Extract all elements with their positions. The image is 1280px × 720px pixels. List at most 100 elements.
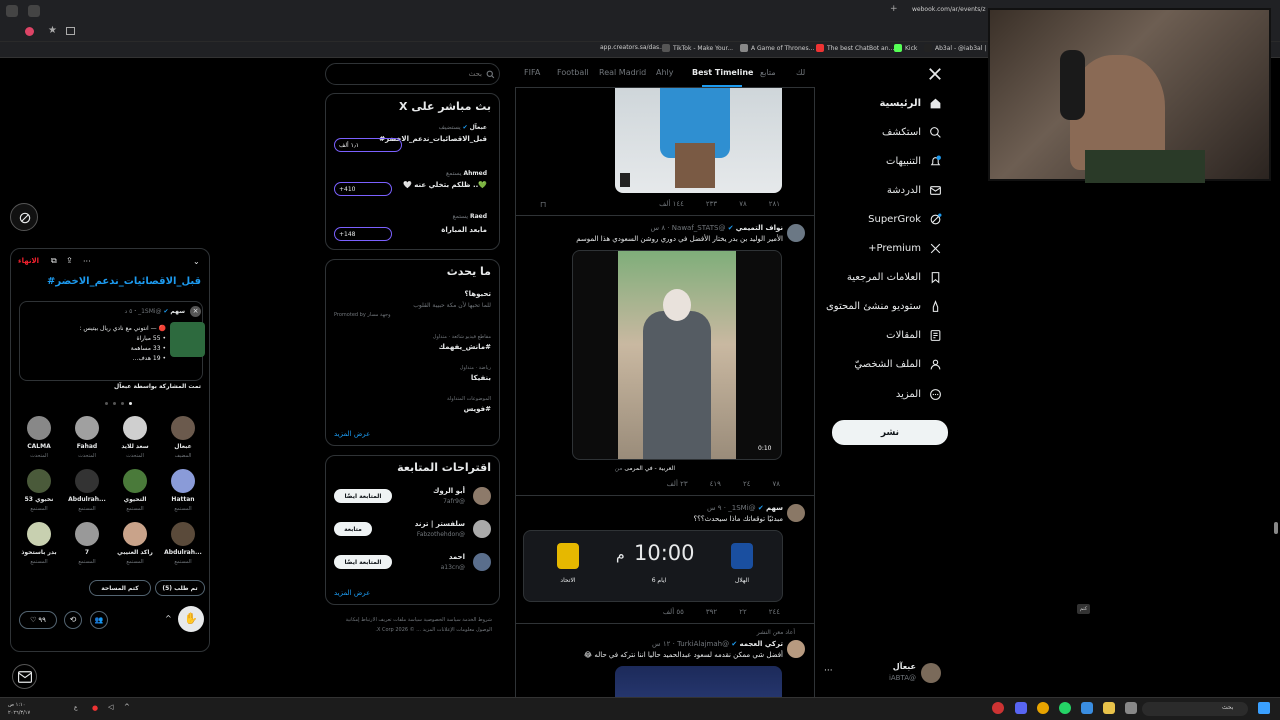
bookmark-icon[interactable]: ⊓ [540,200,546,209]
grok-float-button[interactable] [10,203,38,231]
participant-avatar[interactable] [123,469,147,493]
bookmark-item[interactable]: TikTok - Make Your... [662,44,733,52]
author-handle[interactable]: @Nawaf_STATS [672,224,726,232]
reply-count[interactable]: ٢٨١ [769,200,780,208]
tab-fifa[interactable]: FIFA [524,68,540,77]
tab-following[interactable]: متابع [760,68,776,77]
tweet-time[interactable]: ٩ س [707,504,722,512]
like-count[interactable]: ٤١٩ [710,480,721,488]
messages-float-button[interactable] [12,664,37,689]
nav-more[interactable]: المزيد [896,388,942,401]
more-icon[interactable]: ··· [83,257,91,266]
requests-button[interactable]: تم طلب (5) [155,580,205,596]
close-icon[interactable]: × [190,306,201,317]
participant-avatar[interactable] [123,522,147,546]
footer-link[interactable]: المزيد ... [416,627,435,633]
participant-avatar[interactable] [171,522,195,546]
folder-icon[interactable] [1103,702,1115,714]
nav-profile[interactable]: الملف الشخصيّ [854,358,942,371]
tab-football[interactable]: Football [557,68,589,77]
collapse-icon[interactable]: ⌄ [193,257,200,266]
bookmark-item[interactable]: Kick [894,44,917,52]
x-logo-icon[interactable] [928,67,942,81]
nav-notifications[interactable]: التنبيهات [886,155,942,168]
tab-for-you[interactable]: لك [796,68,805,77]
author-name[interactable]: تركي العجمه [739,640,783,648]
tab-real-madrid[interactable]: Real Madrid [599,68,646,77]
suggest-avatar[interactable] [473,520,491,538]
participant-avatar[interactable] [27,522,51,546]
bookmark-item[interactable]: app.creators.sa/das... [600,44,665,51]
participant-avatar[interactable] [27,469,51,493]
leave-button[interactable]: الانهاء [18,257,39,265]
bookmark-item[interactable]: A Game of Thrones... [740,44,814,52]
search-box[interactable] [325,63,500,85]
taskbar-clock[interactable]: ١:١٠ ص ٢٠٢٦/٣/١٧ [8,701,30,717]
tab-best-timeline[interactable]: Best Timeline [692,68,753,77]
view-count[interactable]: ٢٣ ألف [667,480,688,488]
people-icon[interactable]: 👥 [90,611,108,629]
trends-show-more[interactable]: عرض المزيد [334,430,370,438]
windows-start-icon[interactable] [1258,702,1270,714]
app-icon[interactable] [1125,702,1137,714]
reply-count[interactable]: ٢٤٤ [769,608,780,616]
whatsapp-icon[interactable] [1059,702,1071,714]
mute-space-button[interactable]: كتم المساحة [89,580,151,596]
tweet-image[interactable] [615,88,782,193]
tweet[interactable]: نواف التميمي ✔ @Nawaf_STATS · ٨ س الأمير… [515,216,815,496]
post-button[interactable]: نشر [832,420,948,445]
account-more-icon[interactable]: ··· [824,666,833,676]
participant-avatar[interactable] [75,416,99,440]
author-avatar[interactable] [787,224,805,242]
tweet-time[interactable]: ٨ س [651,224,666,232]
volume-icon[interactable]: ◁ [108,703,113,711]
reply-count[interactable]: ٧٨ [772,480,780,488]
author-name[interactable]: نواف التميمي [736,224,783,232]
retweet-count[interactable]: ٢٢ [739,608,747,616]
tweet[interactable]: ٢٨١ ٧٨ ٢٣٣ ١٤٤ ألف ⊓ [515,88,815,216]
language-indicator[interactable]: ع [74,704,78,711]
follow-show-more[interactable]: عرض المزيد [334,589,370,597]
mic-icon[interactable]: ● [92,704,98,712]
store-icon[interactable] [1081,702,1093,714]
participant-avatar[interactable] [171,416,195,440]
pinned-tweet[interactable]: × سهم ✔ @1SMi_ · ٥ د 🔴 — انتوني مع نادي … [19,301,205,381]
view-count[interactable]: ٥٥ ألف [663,608,684,616]
share-icon[interactable]: ⇪ [66,256,73,265]
chevron-up-icon[interactable]: ^ [165,614,172,623]
author-avatar[interactable] [787,640,805,658]
retweet-icon[interactable]: ⟲ [64,611,82,629]
discord-icon[interactable] [1015,702,1027,714]
nav-creator-studio[interactable]: ستوديو منشئ المحتوى [826,300,942,313]
new-tab-icon[interactable]: + [890,4,898,14]
chevron-up-icon[interactable]: ^ [124,703,130,711]
participant-avatar[interactable] [27,416,51,440]
url-text[interactable]: webook.com/ar/events/z [912,6,986,13]
nav-chat[interactable]: الدردشة [887,184,942,197]
nav-bookmarks[interactable]: العلامات المرجعية [847,271,942,284]
suggest-avatar[interactable] [473,487,491,505]
star-icon[interactable]: ★ [48,25,57,36]
space-title[interactable]: قبل_الاقصائيات_ندعم_الاخضر# [21,276,201,287]
tab-icon[interactable] [28,5,40,17]
participant-avatar[interactable] [171,469,195,493]
footer-link[interactable]: سياسة الخصوصية [424,617,461,623]
taskbar-search[interactable]: بحث [1142,702,1248,716]
tab-search-icon[interactable] [66,27,75,35]
follow-button[interactable]: المتابعة ايضًا [334,489,392,503]
bookmark-item[interactable]: Ab3al - @iab3al | ... [924,44,994,52]
tab-ahly[interactable]: Ahly [656,68,674,77]
tweet-time[interactable]: ١٢ س [652,640,670,648]
follow-button[interactable]: متابعة [334,522,372,536]
participant-avatar[interactable] [75,522,99,546]
match-card[interactable]: الهلال الاتحاد 10:00 م 6 ايام [523,530,783,602]
nav-home[interactable]: الرئيسية [879,97,942,110]
account-avatar[interactable] [921,663,941,683]
author-name[interactable]: سهم [766,504,783,512]
footer-link[interactable]: شروط الخدمة [462,617,492,623]
suggest-avatar[interactable] [473,553,491,571]
tweet-video[interactable]: 0:10 [572,250,782,460]
raise-hand-icon[interactable]: ✋ [178,606,204,632]
expand-icon[interactable]: ⧉ [51,256,57,266]
bookmark-item[interactable]: The best ChatBot an... [816,44,894,52]
